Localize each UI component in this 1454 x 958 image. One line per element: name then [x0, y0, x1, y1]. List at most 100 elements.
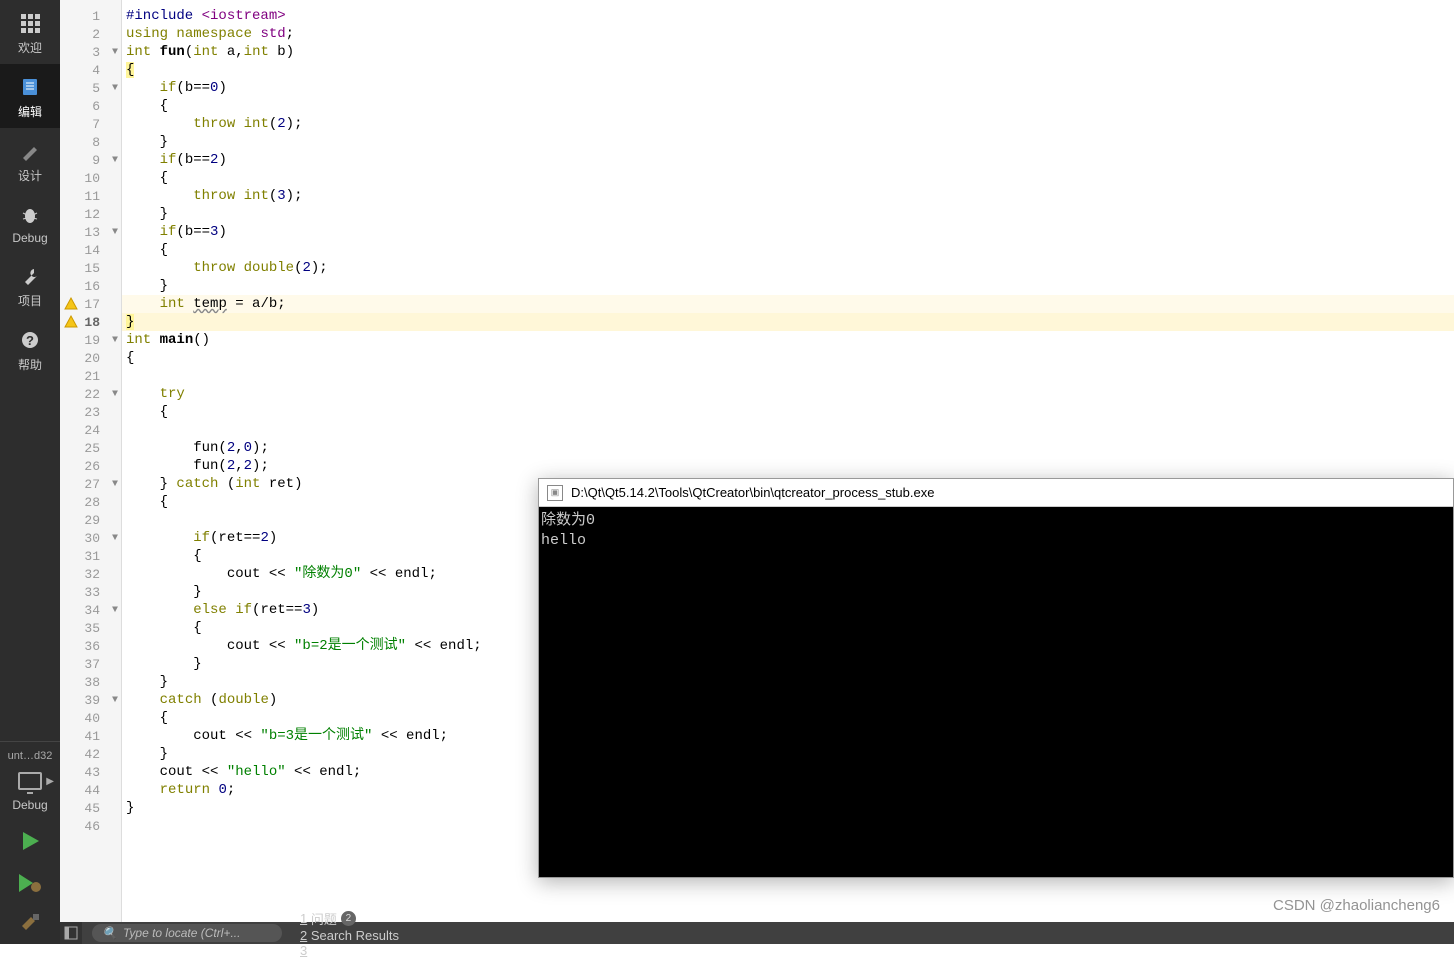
line-number[interactable]: 24 — [60, 421, 122, 439]
fold-icon[interactable]: ▼ — [112, 83, 118, 94]
line-number[interactable]: 13▼ — [60, 223, 122, 241]
fold-icon[interactable]: ▼ — [112, 695, 118, 706]
line-number[interactable]: 32 — [60, 565, 122, 583]
fold-icon[interactable]: ▼ — [112, 335, 118, 346]
build-button[interactable] — [0, 904, 60, 944]
line-number[interactable]: 43 — [60, 763, 122, 781]
console-titlebar[interactable]: ▣ D:\Qt\Qt5.14.2\Tools\QtCreator\bin\qtc… — [539, 479, 1453, 507]
line-number[interactable]: 10 — [60, 169, 122, 187]
fold-icon[interactable]: ▼ — [112, 389, 118, 400]
line-number[interactable]: 1 — [60, 7, 122, 25]
line-number[interactable]: 12 — [60, 205, 122, 223]
code-line[interactable]: { — [122, 169, 1454, 187]
line-number[interactable]: 11 — [60, 187, 122, 205]
line-number[interactable]: 6 — [60, 97, 122, 115]
code-line[interactable]: if(b==0) — [122, 79, 1454, 97]
sidebar-item-grid[interactable]: 欢迎 — [0, 0, 60, 64]
code-line[interactable]: fun(2,0); — [122, 439, 1454, 457]
kit-selector[interactable]: ▶ — [0, 766, 60, 796]
code-line[interactable]: { — [122, 97, 1454, 115]
debug-run-button[interactable] — [0, 862, 60, 904]
status-pane-2[interactable]: 2 Search Results — [300, 928, 399, 943]
code-line[interactable]: { — [122, 403, 1454, 421]
sidebar-item-help[interactable]: ?帮助 — [0, 317, 60, 381]
sidebar-item-pencil[interactable]: 设计 — [0, 128, 60, 192]
status-pane-1[interactable]: 1 问题2 — [300, 909, 399, 928]
line-number[interactable]: 44 — [60, 781, 122, 799]
code-line[interactable]: #include <iostream> — [122, 7, 1454, 25]
line-number[interactable]: 39▼ — [60, 691, 122, 709]
status-pane-3[interactable]: 3 — [300, 943, 399, 958]
fold-icon[interactable]: ▼ — [112, 605, 118, 616]
code-line[interactable]: } — [122, 277, 1454, 295]
line-number[interactable]: 20 — [60, 349, 122, 367]
line-number[interactable]: 8 — [60, 133, 122, 151]
line-number[interactable]: 42 — [60, 745, 122, 763]
code-line[interactable]: int main() — [122, 331, 1454, 349]
line-number[interactable]: 14 — [60, 241, 122, 259]
line-number[interactable]: 4 — [60, 61, 122, 79]
code-line[interactable]: } — [122, 205, 1454, 223]
line-number[interactable]: 29 — [60, 511, 122, 529]
line-number[interactable]: 23 — [60, 403, 122, 421]
project-selector[interactable]: unt…d32 — [0, 746, 60, 766]
code-line[interactable]: throw int(3); — [122, 187, 1454, 205]
code-line[interactable]: int temp = a/b; — [122, 295, 1454, 313]
line-number[interactable]: 5▼ — [60, 79, 122, 97]
code-line[interactable] — [122, 367, 1454, 385]
line-number[interactable]: 41 — [60, 727, 122, 745]
code-line[interactable]: throw int(2); — [122, 115, 1454, 133]
code-line[interactable]: using namespace std; — [122, 25, 1454, 43]
line-number[interactable]: 28 — [60, 493, 122, 511]
line-gutter[interactable]: 123▼45▼6789▼10111213▼141516171819▼202122… — [60, 0, 122, 944]
line-number[interactable]: 21 — [60, 367, 122, 385]
line-number[interactable]: 2 — [60, 25, 122, 43]
fold-icon[interactable]: ▼ — [112, 479, 118, 490]
sidebar-item-bug[interactable]: Debug — [0, 192, 60, 253]
console-window[interactable]: ▣ D:\Qt\Qt5.14.2\Tools\QtCreator\bin\qtc… — [538, 478, 1454, 878]
locator-input[interactable]: 🔍 Type to locate (Ctrl+... — [92, 924, 282, 942]
run-button[interactable] — [0, 820, 60, 862]
code-line[interactable]: } — [122, 133, 1454, 151]
console-output[interactable]: 除数为0hello — [539, 507, 1453, 877]
code-line[interactable]: fun(2,2); — [122, 457, 1454, 475]
line-number[interactable]: 46 — [60, 817, 122, 835]
line-number[interactable]: 15 — [60, 259, 122, 277]
line-number[interactable]: 45 — [60, 799, 122, 817]
line-number[interactable]: 17 — [60, 295, 122, 313]
code-line[interactable]: if(b==3) — [122, 223, 1454, 241]
code-line[interactable]: int fun(int a,int b) — [122, 43, 1454, 61]
line-number[interactable]: 27▼ — [60, 475, 122, 493]
line-number[interactable]: 36 — [60, 637, 122, 655]
code-line[interactable]: { — [122, 349, 1454, 367]
code-line[interactable]: { — [122, 61, 1454, 79]
line-number[interactable]: 26 — [60, 457, 122, 475]
fold-icon[interactable]: ▼ — [112, 47, 118, 58]
fold-icon[interactable]: ▼ — [112, 155, 118, 166]
line-number[interactable]: 3▼ — [60, 43, 122, 61]
code-line[interactable]: throw double(2); — [122, 259, 1454, 277]
line-number[interactable]: 40 — [60, 709, 122, 727]
code-line[interactable]: try — [122, 385, 1454, 403]
line-number[interactable]: 25 — [60, 439, 122, 457]
line-number[interactable]: 38 — [60, 673, 122, 691]
sidebar-item-edit[interactable]: 编辑 — [0, 64, 60, 128]
line-number[interactable]: 34▼ — [60, 601, 122, 619]
line-number[interactable]: 16 — [60, 277, 122, 295]
line-number[interactable]: 18 — [60, 313, 122, 331]
line-number[interactable]: 31 — [60, 547, 122, 565]
fold-icon[interactable]: ▼ — [112, 533, 118, 544]
code-line[interactable]: if(b==2) — [122, 151, 1454, 169]
sidebar-item-wrench[interactable]: 项目 — [0, 253, 60, 317]
sidebar-toggle-button[interactable] — [60, 922, 82, 944]
line-number[interactable]: 33 — [60, 583, 122, 601]
line-number[interactable]: 37 — [60, 655, 122, 673]
fold-icon[interactable]: ▼ — [112, 227, 118, 238]
line-number[interactable]: 35 — [60, 619, 122, 637]
line-number[interactable]: 30▼ — [60, 529, 122, 547]
line-number[interactable]: 9▼ — [60, 151, 122, 169]
line-number[interactable]: 19▼ — [60, 331, 122, 349]
code-line[interactable]: { — [122, 241, 1454, 259]
line-number[interactable]: 22▼ — [60, 385, 122, 403]
code-line[interactable] — [122, 421, 1454, 439]
